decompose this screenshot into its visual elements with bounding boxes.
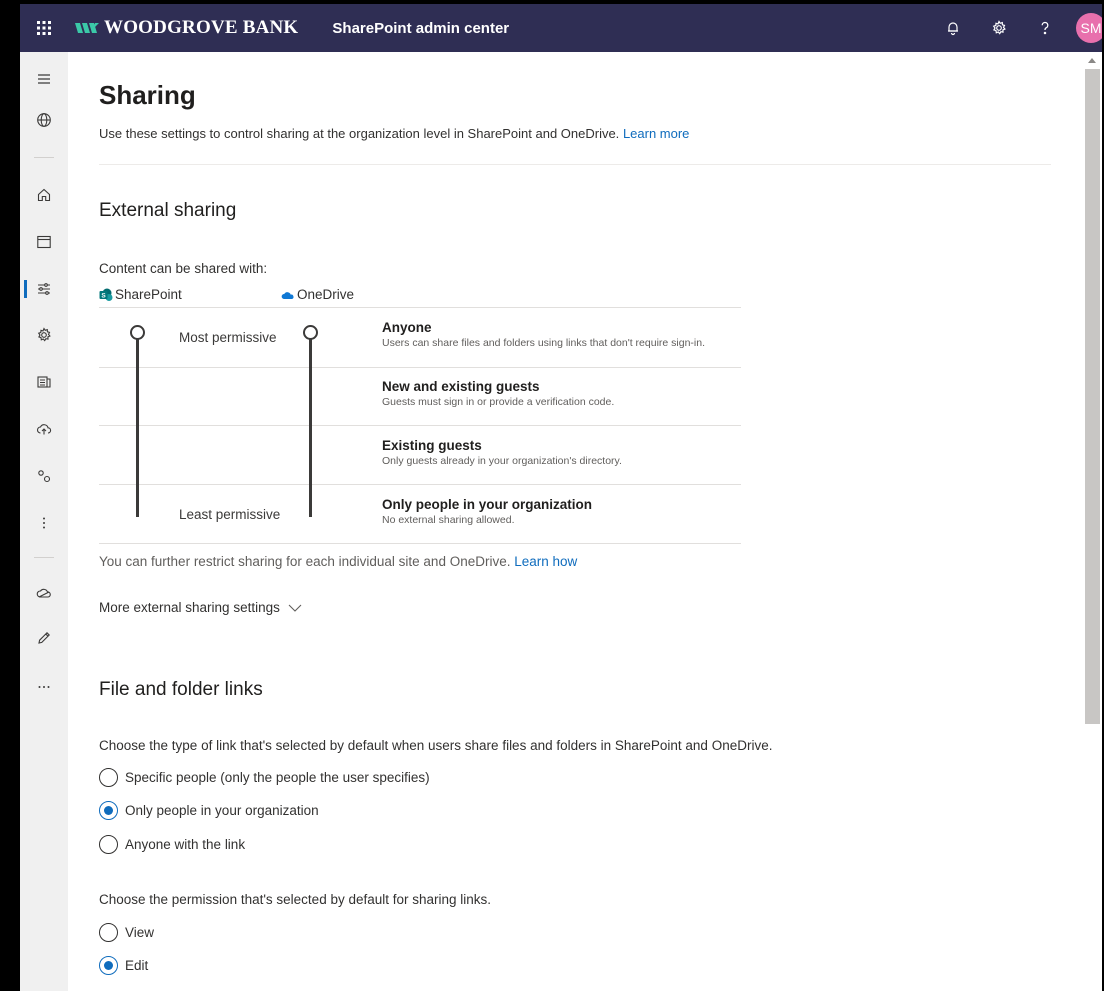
sites-icon[interactable]: [20, 226, 68, 258]
radio-label: Anyone with the link: [125, 837, 246, 852]
help-icon[interactable]: [1022, 4, 1068, 52]
learn-more-link[interactable]: Learn more: [623, 126, 689, 141]
advanced-icon[interactable]: [20, 460, 68, 492]
radio-circle[interactable]: [99, 956, 118, 975]
level-divider: [99, 543, 741, 544]
link-type-label: Choose the type of link that's selected …: [99, 738, 773, 753]
least-permissive-label: Least permissive: [179, 507, 281, 522]
brand-name: WOODGROVE BANK: [104, 17, 299, 38]
level-title: Existing guests: [382, 438, 482, 453]
ellipsis-icon[interactable]: [20, 671, 68, 703]
onedrive-icon[interactable]: [20, 577, 68, 609]
chevron-down-icon: [288, 604, 302, 612]
content-shared-label: Content can be shared with:: [99, 261, 268, 276]
restrict-text: You can further restrict sharing for eac…: [99, 554, 511, 569]
sharing-level-org-only: Only people in your organization No exte…: [382, 497, 592, 526]
slider-thumb[interactable]: [130, 325, 145, 340]
sharepoint-icon: S: [99, 288, 113, 301]
file-folder-links-heading: File and folder links: [99, 679, 263, 700]
vertical-scrollbar[interactable]: [1083, 52, 1102, 991]
page-title: Sharing: [99, 80, 196, 110]
slider-track: [136, 335, 139, 517]
level-description: No external sharing allowed.: [382, 514, 515, 526]
radio-circle[interactable]: [99, 801, 118, 820]
app-window: WOODGROVE BANK SharePoint admin center S…: [20, 4, 1102, 991]
onedrive-sharing-slider[interactable]: [302, 325, 320, 517]
top-bar: WOODGROVE BANK SharePoint admin center S…: [20, 4, 1102, 52]
radio-label: Only people in your organization: [125, 803, 319, 818]
woodgrove-logo-icon: [75, 23, 99, 33]
sharepoint-column-header: S SharePoint: [99, 287, 182, 302]
level-divider: [99, 307, 741, 308]
radio-view[interactable]: View: [99, 923, 154, 942]
external-sharing-heading: External sharing: [99, 200, 237, 221]
sharing-level-existing-guests: Existing guests Only guests already in y…: [382, 438, 622, 467]
nav-divider: [34, 157, 54, 158]
globe-icon[interactable]: [20, 104, 68, 136]
onedrive-column-header: OneDrive: [281, 287, 354, 302]
radio-label: Specific people (only the people the use…: [125, 770, 430, 785]
radio-label: View: [125, 925, 155, 940]
radio-label: Edit: [125, 958, 149, 973]
radio-org-only[interactable]: Only people in your organization: [99, 801, 319, 820]
more-features-icon[interactable]: [20, 507, 68, 539]
level-title: Anyone: [382, 320, 432, 335]
scrollbar-thumb[interactable]: [1085, 69, 1100, 724]
migration-icon[interactable]: [20, 413, 68, 445]
avatar[interactable]: SM: [1076, 13, 1102, 43]
settings-icon[interactable]: [20, 319, 68, 351]
level-description: Users can share files and folders using …: [382, 337, 706, 349]
content-services-icon[interactable]: [20, 366, 68, 398]
more-settings-label: More external sharing settings: [99, 600, 280, 615]
sharepoint-sharing-slider[interactable]: [129, 325, 147, 517]
edit-icon[interactable]: [20, 622, 68, 654]
level-description: Only guests already in your organization…: [382, 455, 622, 467]
radio-edit[interactable]: Edit: [99, 956, 148, 975]
level-title: Only people in your organization: [382, 497, 593, 512]
level-description: Guests must sign in or provide a verific…: [382, 396, 615, 408]
gear-icon[interactable]: [976, 4, 1022, 52]
left-nav: [20, 52, 68, 991]
intro-text: Use these settings to control sharing at…: [99, 126, 620, 141]
level-title: New and existing guests: [382, 379, 540, 394]
home-icon[interactable]: [20, 179, 68, 211]
brand-logo[interactable]: WOODGROVE BANK: [74, 4, 298, 52]
radio-circle[interactable]: [99, 768, 118, 787]
sharing-level-new-existing-guests: New and existing guests Guests must sign…: [382, 379, 614, 408]
onedrive-cloud-icon: [281, 291, 294, 299]
scroll-up-icon[interactable]: [1088, 58, 1096, 63]
restrict-sharing-text: You can further restrict sharing for eac…: [99, 554, 577, 569]
section-divider: [99, 164, 1051, 165]
radio-specific-people[interactable]: Specific people (only the people the use…: [99, 768, 430, 787]
permission-label: Choose the permission that's selected by…: [99, 892, 492, 907]
onedrive-label: OneDrive: [297, 287, 355, 302]
waffle-icon[interactable]: [20, 4, 68, 52]
radio-circle[interactable]: [99, 923, 118, 942]
page-intro: Use these settings to control sharing at…: [99, 126, 689, 141]
more-external-sharing-toggle[interactable]: More external sharing settings: [99, 600, 302, 615]
sharing-level-anyone: Anyone Users can share files and folders…: [382, 320, 705, 349]
learn-how-link[interactable]: Learn how: [514, 554, 577, 569]
level-divider: [99, 367, 741, 368]
level-divider: [99, 484, 741, 485]
nav-divider: [34, 557, 54, 558]
radio-anyone-with-link[interactable]: Anyone with the link: [99, 835, 245, 854]
app-title[interactable]: SharePoint admin center: [332, 20, 509, 37]
radio-circle[interactable]: [99, 835, 118, 854]
policies-icon[interactable]: [20, 273, 68, 305]
svg-text:S: S: [101, 292, 106, 299]
bell-icon[interactable]: [930, 4, 976, 52]
slider-track: [309, 335, 312, 517]
sharepoint-label: SharePoint: [115, 287, 182, 302]
most-permissive-label: Most permissive: [179, 330, 277, 345]
level-divider: [99, 425, 741, 426]
menu-icon[interactable]: [20, 63, 68, 95]
slider-thumb[interactable]: [303, 325, 318, 340]
